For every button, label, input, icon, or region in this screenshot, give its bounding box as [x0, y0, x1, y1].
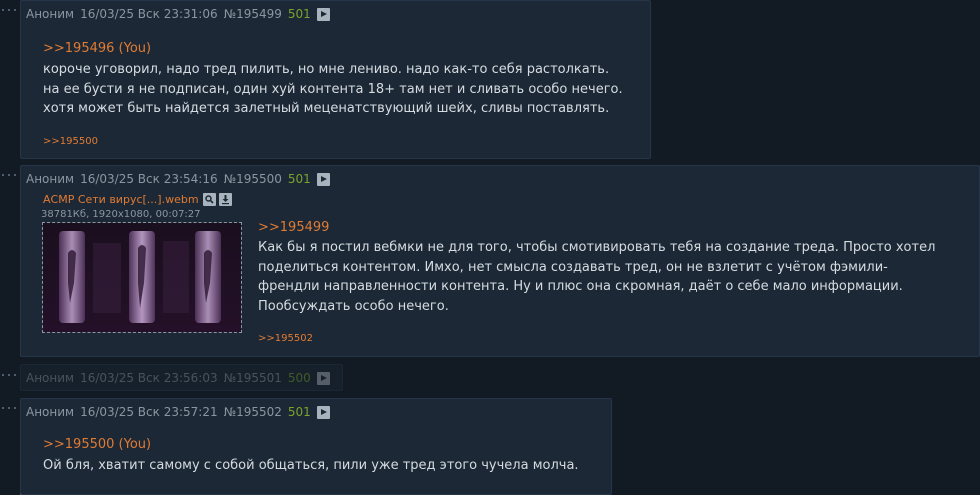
- post-counter: 501: [287, 7, 311, 21]
- reply-quote-link[interactable]: >>195500 (You): [43, 437, 151, 452]
- download-icon[interactable]: [218, 193, 232, 206]
- post-text: Как бы я постил вебмки не для того, чтоб…: [258, 240, 936, 314]
- reply-link[interactable]: >>195502: [258, 333, 313, 344]
- post: Аноним 16/03/25 Вск 23:57:21 №195502 501…: [20, 398, 612, 495]
- post-number[interactable]: №195499: [224, 6, 282, 22]
- post-header: Аноним 16/03/25 Вск 23:31:06 №195499 501: [26, 6, 336, 22]
- post-counter: 501: [287, 172, 311, 186]
- reply-link[interactable]: >>195500: [43, 136, 98, 147]
- reply-quote-link[interactable]: >>195496 (You): [43, 41, 151, 56]
- file-info: АСМР Сети вирус[...].webm: [43, 193, 232, 206]
- file-meta: 38781Кб, 1920x1080, 00:07:27: [41, 209, 201, 220]
- post-number[interactable]: №195501: [224, 370, 282, 386]
- thread-dots: [0, 174, 20, 178]
- file-name-link[interactable]: АСМР Сети вирус[...].webm: [43, 193, 199, 206]
- thread-dots: [0, 9, 20, 13]
- play-icon[interactable]: [316, 172, 330, 186]
- post-counter: 500: [287, 371, 311, 385]
- post-author: Аноним: [26, 371, 75, 385]
- post-counter: 501: [287, 405, 311, 419]
- post-author: Аноним: [26, 172, 75, 186]
- reply-quote-link[interactable]: >>195499: [258, 220, 329, 235]
- play-icon[interactable]: [316, 405, 330, 419]
- play-icon[interactable]: [316, 7, 330, 21]
- post-header: Аноним 16/03/25 Вск 23:57:21 №195502 501: [26, 404, 336, 420]
- thread-dots: [0, 374, 20, 378]
- post-header: Аноним 16/03/25 Вск 23:54:16 №195500 501: [26, 171, 336, 187]
- thread-dots: [0, 407, 20, 411]
- post-author: Аноним: [26, 405, 75, 419]
- post-text: короче уговорил, надо тред пилить, но мн…: [43, 62, 623, 116]
- search-icon[interactable]: [202, 193, 216, 206]
- video-thumbnail[interactable]: [42, 222, 242, 333]
- post-date: 16/03/25 Вск 23:57:21: [80, 405, 218, 419]
- post-number[interactable]: №195502: [224, 404, 282, 420]
- post-author: Аноним: [26, 7, 75, 21]
- post-number[interactable]: №195500: [224, 171, 282, 187]
- post-date: 16/03/25 Вск 23:31:06: [80, 7, 218, 21]
- post: Аноним 16/03/25 Вск 23:31:06 №195499 501…: [20, 0, 651, 159]
- post-text: Ой бля, хватит самому с собой общаться, …: [43, 458, 579, 473]
- post-header: Аноним 16/03/25 Вск 23:56:03 №195501 500: [26, 370, 336, 386]
- thumbnail-image: [43, 223, 241, 332]
- play-icon[interactable]: [316, 371, 330, 385]
- post-date: 16/03/25 Вск 23:56:03: [80, 371, 218, 385]
- collapsed-post[interactable]: Аноним 16/03/25 Вск 23:56:03 №195501 500: [20, 364, 343, 391]
- post-date: 16/03/25 Вск 23:54:16: [80, 172, 218, 186]
- post: Аноним 16/03/25 Вск 23:54:16 №195500 501…: [20, 165, 980, 357]
